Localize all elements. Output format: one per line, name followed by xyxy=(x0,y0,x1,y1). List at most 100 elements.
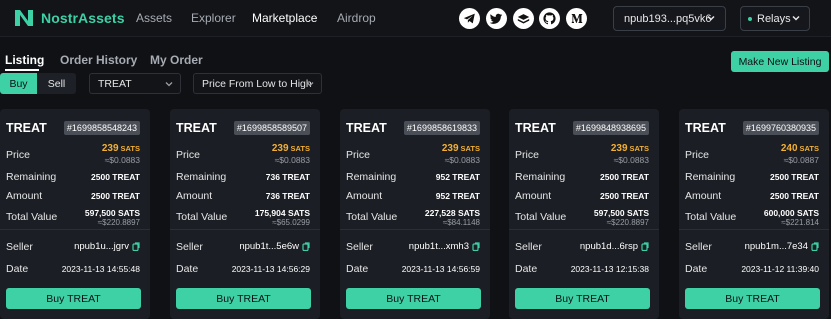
remaining-label: Remaining xyxy=(176,171,227,183)
chevron-down-icon xyxy=(164,79,174,92)
price-sats: 239 SATS xyxy=(272,143,310,154)
price-sats: 239 SATS xyxy=(442,143,480,154)
card-divider xyxy=(679,229,829,230)
order-id-badge: #1699848938695 xyxy=(572,121,649,135)
seller-npub: npub1d...6rsp xyxy=(579,241,638,252)
total-value-sats: 600,000 SATS xyxy=(763,208,819,218)
amount-value: 952 TREAT xyxy=(435,191,480,201)
price-sats-value: 239 xyxy=(271,143,289,154)
sort-select-value: Price From Low to High xyxy=(202,77,312,90)
buy-token-button[interactable]: Buy TREAT xyxy=(176,288,311,309)
copy-icon[interactable] xyxy=(472,242,480,251)
price-sats-value: 239 xyxy=(101,143,119,154)
twitter-icon[interactable] xyxy=(486,8,507,29)
total-value-usd: ≈$84.1148 xyxy=(442,218,480,227)
date-label: Date xyxy=(685,263,708,275)
copy-icon[interactable] xyxy=(641,242,649,251)
date-value: 2023-11-13 14:55:48 xyxy=(61,264,140,274)
price-sats-value: 239 xyxy=(610,143,628,154)
token-select[interactable]: TREAT xyxy=(89,73,181,94)
total-value-label: Total Value xyxy=(515,211,567,223)
seller-value: npub1d...6rsp xyxy=(580,241,649,252)
seller-label: Seller xyxy=(6,241,33,253)
chevron-down-icon xyxy=(791,13,801,26)
amount-value: 2500 TREAT xyxy=(600,191,649,201)
remaining-value: 2500 TREAT xyxy=(91,172,140,182)
github-icon[interactable] xyxy=(539,8,560,29)
price-sats: 240 SATS xyxy=(781,143,819,154)
make-new-listing-button[interactable]: Make New Listing xyxy=(731,51,829,72)
listing-card: TREAT #1699760380935 Price 240 SATS ≈$0.0… xyxy=(679,109,829,319)
price-sats-unit: SATS xyxy=(290,144,310,153)
total-value-sats: 175,904 SATS xyxy=(254,208,310,218)
date-value: 2023-11-13 14:56:59 xyxy=(401,264,480,274)
date-label: Date xyxy=(515,263,538,275)
sort-select[interactable]: Price From Low to High xyxy=(193,73,322,94)
amount-label: Amount xyxy=(515,190,552,202)
listing-card: TREAT #1699858619833 Price 239 SATS ≈$0.0… xyxy=(340,109,490,319)
seller-npub: npub1t...5e6w xyxy=(239,241,299,252)
amount-label: Amount xyxy=(176,190,213,202)
amount-value: 2500 TREAT xyxy=(91,191,140,201)
seller-value: npub1m...7e34 xyxy=(745,241,819,252)
relays-selector[interactable]: Relays xyxy=(740,6,810,31)
remaining-value: 2500 TREAT xyxy=(770,172,819,182)
seller-value: npub1t...5e6w xyxy=(239,241,310,252)
total-value-sats: 597,500 SATS xyxy=(593,208,649,218)
chevron-down-icon xyxy=(305,79,315,92)
total-value-label: Total Value xyxy=(176,211,228,223)
copy-icon[interactable] xyxy=(132,242,140,251)
price-sats-unit: SATS xyxy=(460,144,480,153)
seller-label: Seller xyxy=(176,241,203,253)
price-usd: ≈$0.0883 xyxy=(104,155,140,165)
copy-icon[interactable] xyxy=(811,242,819,251)
nav-airdrop[interactable]: Airdrop xyxy=(337,11,376,25)
buy-token-button[interactable]: Buy TREAT xyxy=(346,288,481,309)
date-label: Date xyxy=(346,263,369,275)
tab-listing[interactable]: Listing xyxy=(5,53,44,67)
price-sats-unit: SATS xyxy=(799,144,819,153)
date-label: Date xyxy=(6,263,29,275)
total-value-label: Total Value xyxy=(346,211,398,223)
seller-npub: npub1m...7e34 xyxy=(744,241,808,252)
date-label: Date xyxy=(176,263,199,275)
listing-card: TREAT #1699858548243 Price 239 SATS ≈$0.0… xyxy=(0,109,150,319)
book-stack-icon[interactable] xyxy=(513,8,534,29)
price-sats-value: 240 xyxy=(780,143,798,154)
amount-value: 736 TREAT xyxy=(265,191,310,201)
seller-npub: npub1t...xmh3 xyxy=(408,241,469,252)
amount-label: Amount xyxy=(6,190,43,202)
buy-token-button[interactable]: Buy TREAT xyxy=(6,288,141,309)
nav-explorer[interactable]: Explorer xyxy=(191,11,236,25)
price-label: Price xyxy=(346,149,370,161)
date-value: 2023-11-13 12:15:38 xyxy=(570,264,649,274)
token-select-value: TREAT xyxy=(98,77,132,90)
tab-my-order[interactable]: My Order xyxy=(150,53,203,67)
buy-token-button[interactable]: Buy TREAT xyxy=(685,288,820,309)
remaining-label: Remaining xyxy=(685,171,736,183)
amount-label: Amount xyxy=(346,190,383,202)
copy-icon[interactable] xyxy=(302,242,310,251)
top-nav: NostrAssets Assets Explorer Marketplace … xyxy=(0,0,831,37)
card-token-name: TREAT xyxy=(346,121,387,135)
price-sats-unit: SATS xyxy=(120,144,140,153)
card-token-name: TREAT xyxy=(176,121,217,135)
total-value-sats: 227,528 SATS xyxy=(424,208,480,218)
total-value-label: Total Value xyxy=(6,211,58,223)
tab-order-history[interactable]: Order History xyxy=(60,53,137,67)
price-sats: 239 SATS xyxy=(611,143,649,154)
medium-icon[interactable] xyxy=(566,8,587,29)
total-value-sats: 597,500 SATS xyxy=(84,208,140,218)
date-value: 2023-11-12 11:39:40 xyxy=(741,264,819,274)
wallet-selector[interactable]: npub193...pq5vk6 xyxy=(613,6,726,31)
nav-marketplace[interactable]: Marketplace xyxy=(252,11,317,25)
remaining-label: Remaining xyxy=(6,171,57,183)
buy-token-button[interactable]: Buy TREAT xyxy=(515,288,650,309)
buy-toggle-button[interactable]: Buy xyxy=(0,73,37,94)
sell-toggle-button[interactable]: Sell xyxy=(37,73,76,94)
telegram-icon[interactable] xyxy=(459,8,480,29)
nav-assets[interactable]: Assets xyxy=(136,11,172,25)
brand-logo[interactable]: NostrAssets xyxy=(13,8,125,28)
remaining-label: Remaining xyxy=(515,171,566,183)
price-sats: 239 SATS xyxy=(102,143,140,154)
